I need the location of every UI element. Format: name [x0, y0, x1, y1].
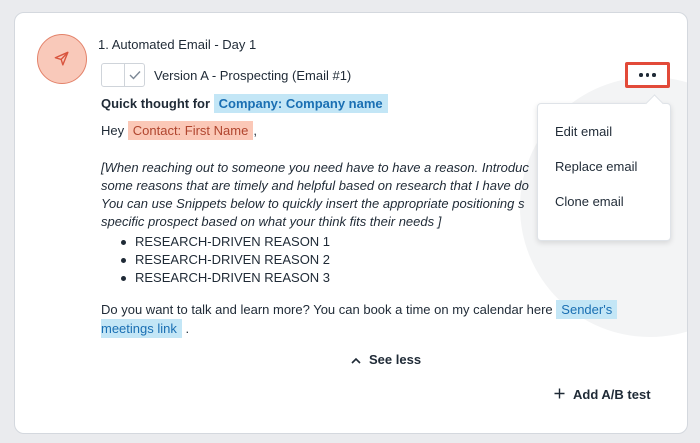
plus-icon — [554, 387, 565, 402]
guide-line-1: [When reaching out to someone you need h… — [101, 160, 529, 175]
greeting-suffix: , — [253, 123, 257, 138]
greeting-text: Hey — [101, 123, 125, 138]
add-ab-test-button[interactable]: Add A/B test — [554, 387, 651, 402]
meetings-link-token-cont[interactable]: meetings link — [101, 319, 182, 338]
more-options-button[interactable] — [625, 62, 670, 88]
see-less-label: See less — [369, 352, 422, 367]
see-less-button[interactable]: See less — [351, 352, 421, 367]
list-item: RESEARCH-DRIVEN REASON 2 — [121, 251, 330, 269]
menu-item-clone-email[interactable]: Clone email — [555, 194, 624, 209]
menu-item-edit-email[interactable]: Edit email — [555, 124, 612, 139]
sequence-step-card: 1. Automated Email - Day 1 Version A - P… — [14, 12, 688, 434]
company-name-token[interactable]: Company: Company name — [213, 94, 388, 113]
closing-line: Do you want to talk and learn more? You … — [101, 300, 618, 319]
meetings-link-token[interactable]: Sender's — [556, 300, 618, 319]
chevron-up-icon — [351, 352, 361, 367]
checkmark-icon — [125, 64, 144, 86]
closing-text: Do you want to talk and learn more? You … — [101, 302, 553, 317]
subject-prefix: Quick thought for — [101, 96, 211, 111]
version-row: Version A - Prospecting (Email #1) — [101, 63, 351, 87]
closing-suffix: . — [185, 321, 190, 336]
version-label: Version A - Prospecting (Email #1) — [154, 67, 352, 83]
guide-line-2: some reasons that are timely and helpful… — [101, 178, 529, 193]
version-checkbox[interactable] — [101, 63, 145, 87]
paper-plane-icon — [37, 34, 87, 84]
reasons-list: RESEARCH-DRIVEN REASON 1 RESEARCH-DRIVEN… — [121, 233, 330, 287]
step-title: 1. Automated Email - Day 1 — [98, 37, 257, 52]
first-name-token[interactable]: Contact: First Name — [127, 121, 254, 140]
guide-line-4: specific prospect based on what your thi… — [101, 214, 442, 229]
menu-item-replace-email[interactable]: Replace email — [555, 159, 637, 174]
guide-line-3: You can use Snippets below to quickly in… — [101, 196, 525, 211]
subject-line: Quick thought for Company: Company name — [101, 94, 388, 113]
add-ab-test-label: Add A/B test — [573, 387, 651, 402]
more-dots-icon — [639, 73, 656, 77]
closing-line-2: meetings link . — [101, 319, 190, 338]
list-item: RESEARCH-DRIVEN REASON 3 — [121, 269, 330, 287]
options-dropdown-menu: Edit email Replace email Clone email — [537, 103, 671, 241]
greeting-line: Hey Contact: First Name, — [101, 121, 257, 140]
list-item: RESEARCH-DRIVEN REASON 1 — [121, 233, 330, 251]
